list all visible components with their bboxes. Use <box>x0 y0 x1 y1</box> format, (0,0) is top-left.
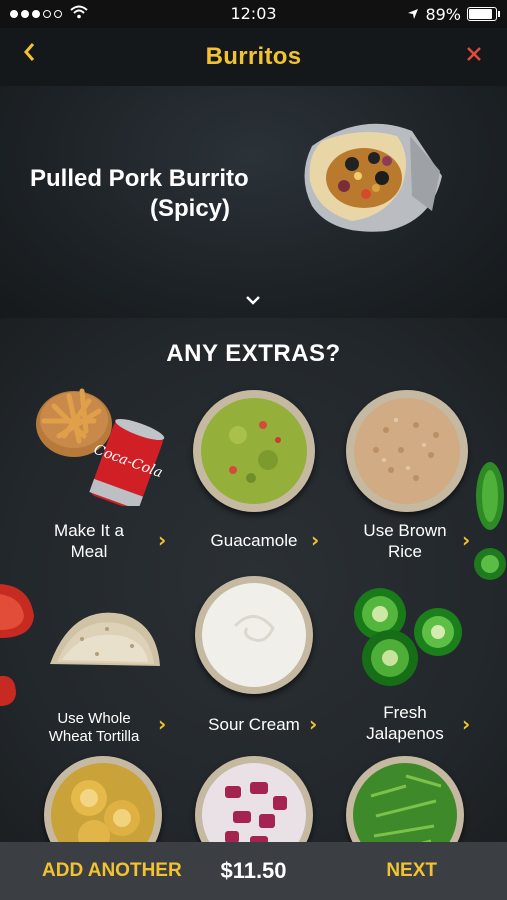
extra-label: Sour Cream <box>208 715 300 734</box>
chevron-right-icon: › <box>158 712 167 736</box>
lettuce-bowl-image[interactable] <box>346 756 464 842</box>
page-title: Burritos <box>205 43 302 70</box>
extra-label-line2: Wheat Tortilla <box>48 728 140 745</box>
product-name-line2: (Spicy) <box>150 195 231 222</box>
bottom-action-bar: ADD ANOTHER $11.50 NEXT <box>0 842 507 900</box>
chevron-right-icon: › <box>311 528 320 552</box>
sour-cream-image <box>195 576 313 694</box>
red-onion-bowl-image[interactable] <box>195 756 313 842</box>
extra-guacamole[interactable]: Guacamole › <box>169 376 338 566</box>
extra-make-it-a-meal[interactable]: Coca-Cola Make It a Meal › <box>14 376 183 566</box>
extra-label-line2: Jalapenos <box>366 724 444 743</box>
brown-rice-image <box>346 390 468 512</box>
extra-label-line1: Make It a <box>54 521 124 540</box>
close-icon[interactable] <box>465 40 483 70</box>
chevron-right-icon: › <box>309 712 318 736</box>
expand-chevron-icon[interactable] <box>244 290 262 311</box>
status-bar: 12:03 89% <box>0 0 507 28</box>
burrito-image <box>304 123 442 232</box>
extras-title: ANY EXTRAS? <box>166 340 341 367</box>
extra-label-line1: Use Brown <box>363 521 447 540</box>
extra-whole-wheat-tortilla[interactable]: Use Whole Wheat Tortilla › <box>0 576 183 752</box>
tomato-decoration-icon <box>0 584 34 706</box>
chevron-right-icon: › <box>462 712 471 736</box>
product-hero: Pulled Pork Burrito (Spicy) <box>0 86 507 318</box>
product-name-line1: Pulled Pork Burrito <box>30 165 249 192</box>
status-time: 12:03 <box>230 4 277 23</box>
extra-label-line2: Meal <box>70 542 108 561</box>
chevron-right-icon: › <box>158 528 167 552</box>
product-name: Pulled Pork Burrito (Spicy) <box>30 164 249 224</box>
extra-sour-cream[interactable]: Sour Cream › <box>169 576 338 752</box>
nav-bar: Burritos <box>0 28 507 86</box>
extra-label-line2: Rice <box>387 542 422 561</box>
jalapenos-image <box>354 588 462 686</box>
meal-image: Coca-Cola <box>36 388 165 506</box>
extra-label-line1: Use Whole <box>57 710 131 727</box>
extra-fresh-jalapenos[interactable]: Fresh Jalapenos › <box>328 576 497 752</box>
next-button[interactable]: NEXT <box>386 860 437 882</box>
jalapeno-decoration-icon <box>474 462 506 580</box>
guacamole-image <box>193 390 315 512</box>
extra-label-line1: Fresh <box>383 703 427 722</box>
extra-label: Guacamole <box>210 531 298 550</box>
jalapeno-slices-bowl-image[interactable] <box>44 756 162 842</box>
extras-section: ANY EXTRAS? Coca-Cola Make It a Meal › G… <box>0 318 507 842</box>
back-chevron-icon[interactable] <box>22 40 36 70</box>
battery-icon <box>467 7 500 21</box>
